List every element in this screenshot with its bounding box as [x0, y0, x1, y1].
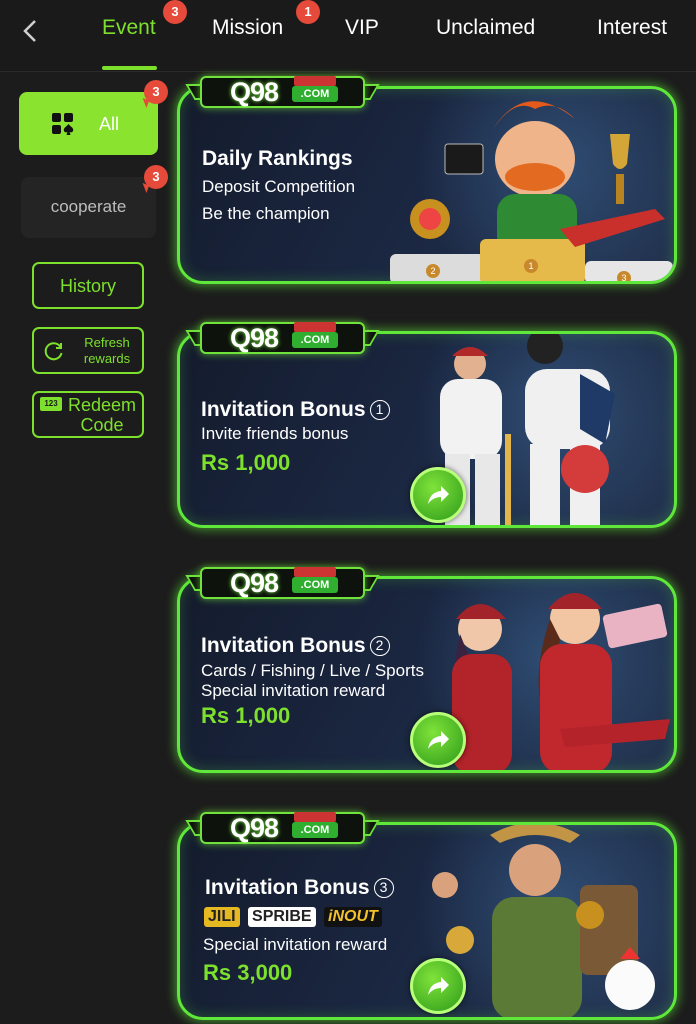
banner-amount: Rs 1,000: [201, 703, 291, 728]
logo-plate: [200, 567, 365, 599]
category-all-button[interactable]: All: [19, 92, 158, 155]
category-all-label: All: [99, 114, 120, 134]
arrow-forward-icon: [428, 486, 449, 504]
refresh-icon: [44, 342, 63, 361]
banner-line-2: Be the champion: [202, 204, 330, 223]
tab-event-badge: 3: [163, 0, 187, 24]
tab-vip-label: VIP: [345, 16, 379, 39]
tab-mission[interactable]: Mission: [212, 16, 283, 40]
ticket-icon: 123: [40, 397, 62, 411]
category-cooperate-badge: 3: [144, 165, 168, 189]
active-tab-indicator: [102, 66, 157, 70]
banner-line-1: Special invitation reward: [203, 935, 388, 954]
logo-domain: .COM: [292, 86, 338, 102]
redeem-code-button[interactable]: 123 Redeem Code: [32, 391, 144, 438]
tab-mission-label: Mission: [212, 16, 284, 39]
logo-domain: .COM: [292, 822, 338, 838]
grid-spade-icon: [52, 113, 74, 135]
arrow-forward-icon: [428, 977, 449, 995]
provider-logo-jili: JILI: [204, 907, 240, 927]
logo-text: Q98: [230, 813, 279, 843]
tab-unclaimed[interactable]: Unclaimed: [436, 16, 535, 40]
logo-plate: [200, 76, 365, 108]
podium-number: 3: [617, 271, 631, 281]
banner-title: Daily Rankings: [202, 147, 353, 170]
banner-line-2: Special invitation reward: [201, 681, 386, 700]
q98-logo: Q98 .COM: [185, 72, 380, 112]
banner-invitation-bonus-2[interactable]: Invitation Bonus 2 Cards / Fishing / Live…: [177, 576, 677, 773]
tab-event[interactable]: Event: [102, 16, 156, 40]
banner-amount: Rs 3,000: [203, 960, 293, 985]
q98-logo: Q98 .COM: [185, 318, 380, 358]
q98-logo: Q98 .COM: [185, 563, 380, 603]
tab-event-label: Event: [102, 16, 156, 39]
tab-interest[interactable]: Interest: [597, 16, 667, 40]
tab-unclaimed-label: Unclaimed: [436, 16, 536, 39]
logo-plate: [200, 812, 365, 844]
category-cooperate-button[interactable]: cooperate: [21, 177, 156, 238]
banner-number: 1: [369, 400, 390, 420]
leprechaun-trophy-illustration: [390, 101, 673, 281]
arrow-forward-icon: [428, 731, 449, 749]
logo-tag: [294, 322, 336, 332]
logo-text: Q98: [230, 77, 279, 107]
category-all-badge: 3: [144, 80, 168, 104]
go-arrow-button[interactable]: [410, 958, 466, 1014]
banner-line-1: Invite friends bonus: [201, 424, 349, 443]
podium-number: 2: [426, 264, 440, 278]
q98-logo: Q98 .COM: [185, 808, 380, 848]
history-button[interactable]: History: [32, 262, 144, 309]
tab-mission-badge: 1: [296, 0, 320, 24]
logo-domain: .COM: [292, 332, 338, 348]
banner-title-text: Invitation Bonus: [205, 876, 370, 899]
banner-title-text: Invitation Bonus: [201, 398, 366, 421]
top-nav-bar: Event 3 Mission 1 VIP Unclaimed Interest: [0, 0, 696, 72]
logo-tag: [294, 76, 336, 86]
category-cooperate-label: cooperate: [50, 197, 127, 216]
banner-invitation-bonus-1[interactable]: Invitation Bonus 1 Invite friends bonus R…: [177, 331, 677, 528]
banner-number: 2: [369, 636, 390, 656]
provider-logo-inout: iNOUT: [324, 907, 382, 927]
logo-text: Q98: [230, 568, 279, 598]
tab-interest-label: Interest: [597, 16, 668, 39]
tab-vip[interactable]: VIP: [345, 16, 379, 40]
go-arrow-button[interactable]: [410, 467, 466, 523]
refresh-rewards-button[interactable]: Refresh rewards: [32, 327, 144, 374]
logo-plate: [200, 322, 365, 354]
banner-title: Invitation Bonus 2: [201, 634, 390, 658]
banner-title-text: Invitation Bonus: [201, 634, 366, 657]
banner-daily-rankings[interactable]: Daily Rankings Deposit Competition Be th…: [177, 86, 677, 284]
logo-domain: .COM: [292, 577, 338, 593]
banner-number: 3: [373, 878, 394, 898]
logo-tag: [294, 567, 336, 577]
go-arrow-button[interactable]: [410, 712, 466, 768]
logo-tag: [294, 812, 336, 822]
provider-logos: JILI SPRIBE iNOUT: [204, 907, 386, 927]
provider-logo-spribe: SPRIBE: [248, 907, 316, 927]
redeem-code-label: Redeem Code: [67, 395, 137, 435]
banner-title: Invitation Bonus 1: [201, 398, 390, 422]
banner-line-1: Deposit Competition: [202, 177, 356, 196]
banner-invitation-bonus-3[interactable]: Invitation Bonus 3 JILI SPRIBE iNOUT Spec…: [177, 822, 677, 1020]
logo-text: Q98: [230, 323, 279, 353]
chevron-left-icon[interactable]: [18, 18, 44, 44]
refresh-rewards-label: Refresh rewards: [83, 335, 131, 366]
podium-number: 1: [524, 259, 538, 273]
banner-line-1: Cards / Fishing / Live / Sports: [201, 661, 424, 680]
banner-title: Invitation Bonus 3: [205, 876, 394, 900]
pilot-women-illustration: [452, 593, 670, 770]
banner-amount: Rs 1,000: [201, 450, 291, 475]
history-label: History: [59, 276, 116, 296]
